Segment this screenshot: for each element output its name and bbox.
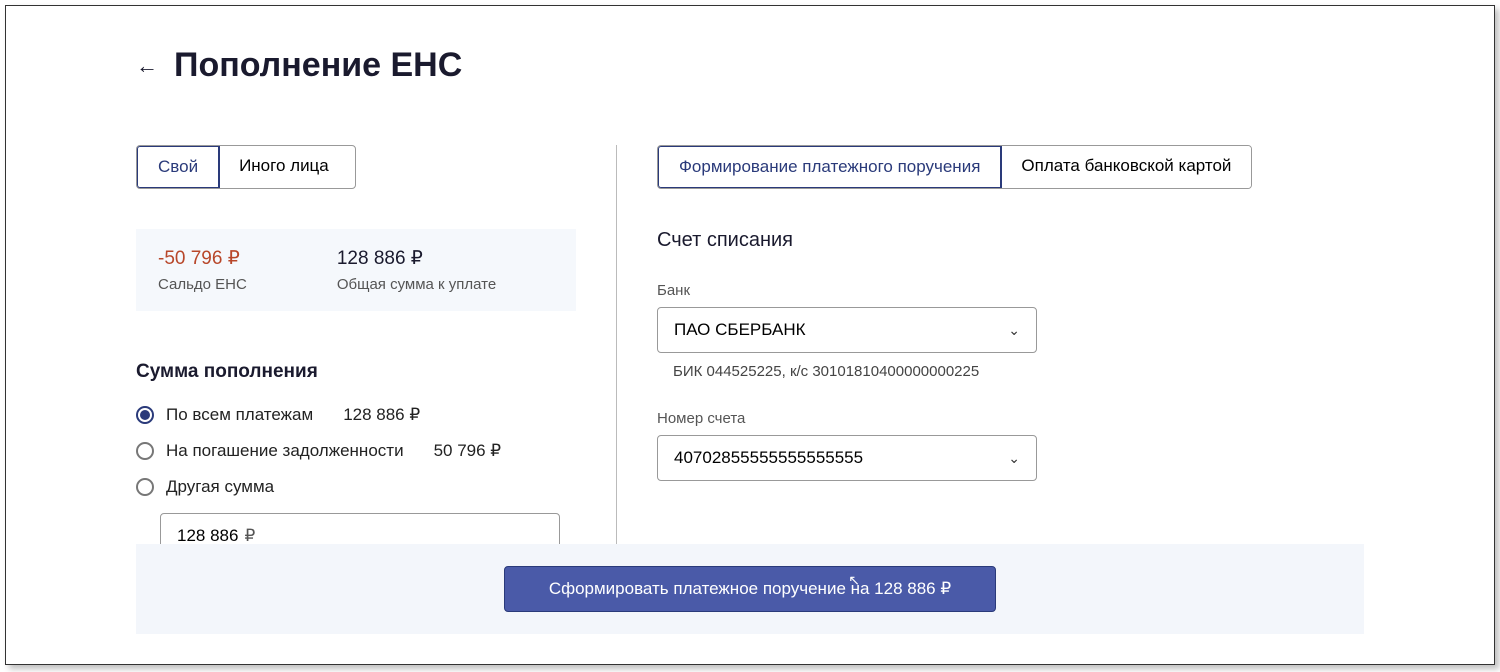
account-field-label: Номер счета <box>657 410 1364 427</box>
bank-details-text: БИК 044525225, к/с 30101810400000000225 <box>673 363 1364 380</box>
radio-label: Другая сумма <box>166 477 274 497</box>
payment-method-tabs: Формирование платежного поручения Оплата… <box>657 145 1252 189</box>
radio-icon <box>136 442 154 460</box>
radio-icon <box>136 478 154 496</box>
content-columns: Свой Иного лица -50 796 ₽ Сальдо ЕНС 128… <box>136 145 1364 559</box>
balance-total-value: 128 886 ₽ <box>337 247 496 270</box>
tab-bank-card[interactable]: Оплата банковской картой <box>1001 146 1251 188</box>
radio-all-payments[interactable]: По всем платежам 128 886 ₽ <box>136 405 576 425</box>
account-select-value: 40702855555555555555 <box>674 448 863 468</box>
debit-account-title: Счет списания <box>657 229 1364 252</box>
right-column: Формирование платежного поручения Оплата… <box>617 145 1364 559</box>
radio-label: На погашение задолженности <box>166 441 404 461</box>
payer-tabs: Свой Иного лица <box>136 145 356 189</box>
bank-select[interactable]: ПАО СБЕРБАНК ⌄ <box>657 307 1037 353</box>
footer-bar: Сформировать платежное поручение на 128 … <box>136 544 1364 634</box>
tab-payment-order[interactable]: Формирование платежного поручения <box>657 145 1002 189</box>
back-arrow-icon[interactable]: ← <box>136 53 158 79</box>
chevron-down-icon: ⌄ <box>1008 322 1020 339</box>
page-title: Пополнение ЕНС <box>174 46 462 85</box>
balance-summary: -50 796 ₽ Сальдо ЕНС 128 886 ₽ Общая сум… <box>136 229 576 311</box>
radio-amount: 50 796 ₽ <box>434 441 502 461</box>
tab-own[interactable]: Свой <box>136 145 220 189</box>
balance-item-saldo: -50 796 ₽ Сальдо ЕНС <box>158 247 247 293</box>
account-select[interactable]: 40702855555555555555 ⌄ <box>657 435 1037 481</box>
radio-debt[interactable]: На погашение задолженности 50 796 ₽ <box>136 441 576 461</box>
bank-select-value: ПАО СБЕРБАНК <box>674 320 806 340</box>
radio-amount: 128 886 ₽ <box>343 405 420 425</box>
amount-section-title: Сумма пополнения <box>136 361 576 383</box>
window: ← Пополнение ЕНС Свой Иного лица -50 796… <box>5 5 1495 665</box>
balance-total-label: Общая сумма к уплате <box>337 276 496 293</box>
left-column: Свой Иного лица -50 796 ₽ Сальдо ЕНС 128… <box>136 145 616 559</box>
balance-negative-label: Сальдо ЕНС <box>158 276 247 293</box>
amount-input-value: 128 886 <box>177 526 238 546</box>
balance-negative-value: -50 796 ₽ <box>158 247 247 270</box>
radio-icon <box>136 406 154 424</box>
amount-input-currency: ₽ <box>244 526 255 546</box>
chevron-down-icon: ⌄ <box>1008 450 1020 467</box>
radio-label: По всем платежам <box>166 405 313 425</box>
tab-other-person[interactable]: Иного лица <box>219 146 349 188</box>
bank-field-label: Банк <box>657 282 1364 299</box>
radio-other[interactable]: Другая сумма <box>136 477 576 497</box>
form-payment-order-button[interactable]: Сформировать платежное поручение на 128 … <box>504 566 996 612</box>
balance-item-total: 128 886 ₽ Общая сумма к уплате <box>337 247 496 293</box>
page-header: ← Пополнение ЕНС <box>136 46 1364 85</box>
